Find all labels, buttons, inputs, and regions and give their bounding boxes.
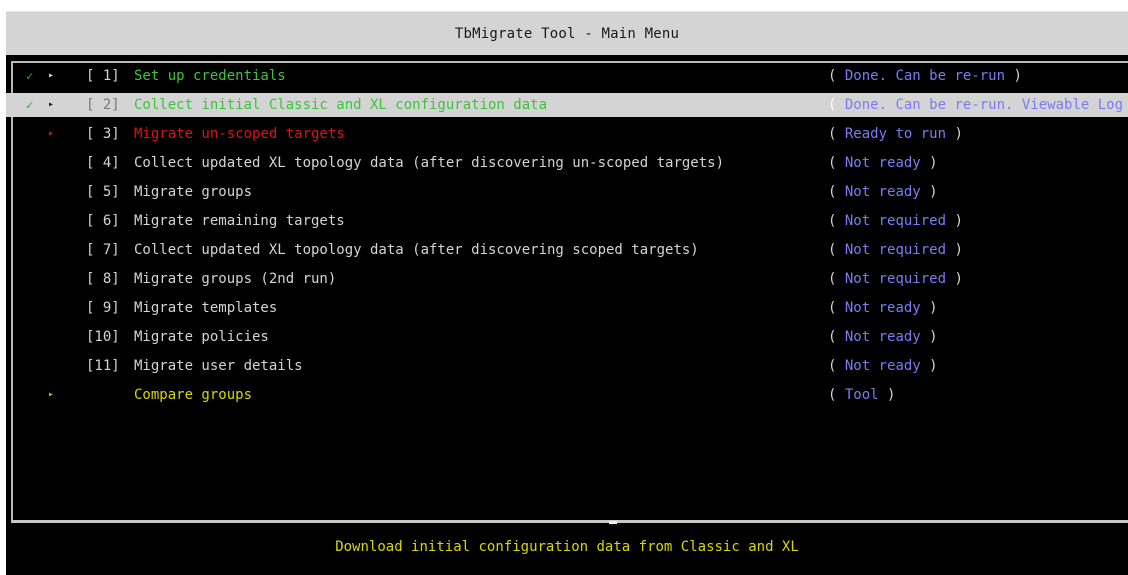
status-text: Not ready — [844, 184, 921, 200]
menu-item-status: ( Tool ) — [828, 383, 895, 407]
status-open-paren: ( — [828, 213, 837, 229]
menu-item-number: [ 7] — [86, 242, 120, 258]
menu-item-9[interactable]: [ 9] Migrate templates ( Not ready ) — [6, 296, 1128, 320]
menu-item-label: Migrate un-scoped targets — [134, 126, 345, 142]
status-text: Not ready — [844, 358, 921, 374]
status-text: Not required — [844, 271, 947, 287]
menu-item-number: [ 1] — [86, 68, 120, 84]
menu-item-label: Migrate groups (2nd run) — [134, 271, 337, 287]
menu-item-status: ( Ready to run ) — [828, 122, 963, 146]
menu-item-number: [ 4] — [86, 155, 120, 171]
status-close-paren: ) — [954, 213, 963, 229]
menu-item-label: Collect initial Classic and XL configura… — [134, 97, 548, 113]
scroll-marker — [609, 521, 617, 524]
menu-item-number: [ 5] — [86, 184, 120, 200]
status-close-paren: ) — [887, 387, 896, 403]
menu-item-number: [11] — [86, 358, 120, 374]
status-open-paren: ( — [828, 126, 837, 142]
status-text: Not required — [844, 242, 947, 258]
checkmark-icon: ✓ — [26, 69, 34, 83]
terminal-body: ✓ ▸ [ 1] Set up credentials ( Done. Can … — [6, 55, 1128, 575]
status-open-paren: ( — [828, 97, 837, 113]
status-close-paren: ) — [929, 358, 938, 374]
menu-item-status: ( Done. Can be re-run. Viewable Log — [828, 93, 1123, 117]
menu-item-status: ( Not required ) — [828, 209, 963, 233]
menu-item-label: Collect updated XL topology data (after … — [134, 155, 725, 171]
status-open-paren: ( — [828, 242, 837, 258]
menu-item-status: ( Not ready ) — [828, 296, 938, 320]
status-close-paren: ) — [954, 271, 963, 287]
menu-item-number: [10] — [86, 329, 120, 345]
status-text: Not required — [844, 213, 947, 229]
status-close-paren: ) — [1013, 68, 1022, 84]
menu-item-label: Migrate user details — [134, 358, 303, 374]
status-text: Not ready — [844, 300, 921, 316]
bullet-icon: ▸ — [48, 99, 55, 110]
menu-item-label: Compare groups — [134, 387, 253, 403]
status-open-paren: ( — [828, 184, 837, 200]
status-text: Done. Can be re-run. Viewable Log — [844, 97, 1124, 113]
menu-item-status: ( Not required ) — [828, 238, 963, 262]
menu-item-number: [ 8] — [86, 271, 120, 287]
menu-item-number: [ 3] — [86, 126, 120, 142]
menu-item-status: ( Not ready ) — [828, 151, 938, 175]
menu-item-number: [ 9] — [86, 300, 120, 316]
menu-item-label: Migrate templates — [134, 300, 278, 316]
status-close-paren: ) — [929, 155, 938, 171]
status-text: Tool — [844, 387, 879, 403]
item-description: Download initial configuration data from… — [335, 539, 799, 555]
window-title: TbMigrate Tool - Main Menu — [6, 11, 1128, 56]
status-close-paren: ) — [929, 300, 938, 316]
status-open-paren: ( — [828, 271, 837, 287]
menu-item-4[interactable]: [ 4] Collect updated XL topology data (a… — [6, 151, 1128, 175]
menu-item-status: ( Not required ) — [828, 267, 963, 291]
status-close-paren: ) — [929, 184, 938, 200]
status-open-paren: ( — [828, 300, 837, 316]
menu-item-label: Migrate groups — [134, 184, 253, 200]
status-text: Done. Can be re-run — [844, 68, 1006, 84]
menu-item-7[interactable]: [ 7] Collect updated XL topology data (a… — [6, 238, 1128, 262]
bullet-icon: ▸ — [48, 128, 55, 139]
menu-item-2[interactable]: ✓ ▸ [ 2] Collect initial Classic and XL … — [6, 93, 1128, 117]
menu-item-6[interactable]: [ 6] Migrate remaining targets ( Not req… — [6, 209, 1128, 233]
terminal-window: TbMigrate Tool - Main Menu ✓ ▸ [ 1] Set … — [0, 0, 1128, 575]
status-open-paren: ( — [828, 329, 837, 345]
menu-item-compare-groups[interactable]: ▸ Compare groups ( Tool ) — [6, 383, 1128, 407]
menu-item-11[interactable]: [11] Migrate user details ( Not ready ) — [6, 354, 1128, 378]
status-text: Not ready — [844, 329, 921, 345]
menu-item-label: Collect updated XL topology data (after … — [134, 242, 699, 258]
bullet-icon: ▸ — [48, 389, 55, 400]
menu-item-8[interactable]: [ 8] Migrate groups (2nd run) ( Not requ… — [6, 267, 1128, 291]
menu-item-1[interactable]: ✓ ▸ [ 1] Set up credentials ( Done. Can … — [6, 64, 1128, 88]
menu-item-3[interactable]: ▸ [ 3] Migrate un-scoped targets ( Ready… — [6, 122, 1128, 146]
menu-item-label: Migrate policies — [134, 329, 269, 345]
menu-item-5[interactable]: [ 5] Migrate groups ( Not ready ) — [6, 180, 1128, 204]
status-open-paren: ( — [828, 68, 837, 84]
checkmark-icon: ✓ — [26, 98, 34, 112]
bullet-icon: ▸ — [48, 70, 55, 81]
menu-item-status: ( Not ready ) — [828, 180, 938, 204]
menu-item-label: Set up credentials — [134, 68, 286, 84]
status-text: Ready to run — [844, 126, 947, 142]
menu-item-status: ( Done. Can be re-run ) — [828, 64, 1022, 88]
status-close-paren: ) — [954, 242, 963, 258]
status-close-paren: ) — [929, 329, 938, 345]
status-open-paren: ( — [828, 155, 837, 171]
menu-item-status: ( Not ready ) — [828, 325, 938, 349]
status-text: Not ready — [844, 155, 921, 171]
status-open-paren: ( — [828, 387, 837, 403]
menu-item-label: Migrate remaining targets — [134, 213, 345, 229]
menu-item-number: [ 2] — [86, 97, 120, 113]
menu-item-status: ( Not ready ) — [828, 354, 938, 378]
status-close-paren: ) — [954, 126, 963, 142]
status-open-paren: ( — [828, 358, 837, 374]
menu-item-10[interactable]: [10] Migrate policies ( Not ready ) — [6, 325, 1128, 349]
menu-item-number: [ 6] — [86, 213, 120, 229]
